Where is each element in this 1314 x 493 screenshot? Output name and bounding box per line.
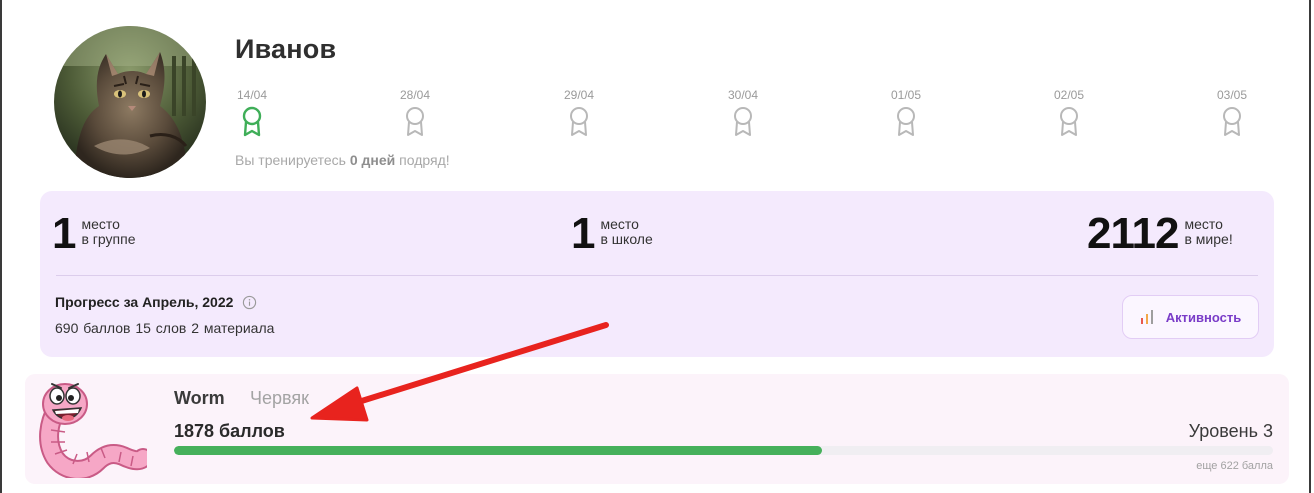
progress-stats: 690 баллов 15 слов 2 материала	[55, 320, 275, 336]
award-ribbon-icon	[406, 107, 424, 136]
level-points: 1878 баллов	[174, 421, 285, 441]
streak-message-prefix: Вы тренируетесь	[235, 152, 350, 168]
level-number: Уровень 3	[1188, 421, 1273, 441]
award-ribbon-icon	[734, 107, 752, 136]
rank-label-line1: место	[81, 216, 120, 232]
level-name-ru: Червяк	[250, 388, 310, 408]
level-card: Worm Червяк 1878 баллов Уровень 3 еще 62…	[25, 374, 1289, 484]
rank-group: 1 место в группе	[52, 211, 136, 257]
award-ribbon-icon	[242, 106, 262, 137]
streak-date: 28/04	[399, 88, 431, 102]
streak-day: 29/04	[549, 88, 609, 138]
activity-button-label: Активность	[1165, 309, 1242, 325]
streak-message: Вы тренируетесь 0 дней подряд!	[235, 152, 450, 168]
user-name: Иванов	[235, 34, 337, 64]
streak-day: 30/04	[713, 88, 773, 138]
window-frame-left	[0, 0, 2, 493]
level-progress-bar	[174, 446, 1273, 455]
rank-label: место в группе	[81, 217, 135, 247]
streak-day-count: 0 дней	[349, 152, 396, 168]
streak-date: 02/05	[1053, 88, 1085, 102]
activity-button[interactable]: Активность	[1122, 295, 1259, 339]
rank-world: 2112 место в мире!	[1087, 211, 1233, 257]
rank-label: место в мире!	[1184, 217, 1232, 247]
streak-message-suffix: подряд!	[395, 152, 450, 168]
award-ribbon-icon	[570, 107, 588, 136]
rank-label-line2: в мире!	[1184, 231, 1233, 247]
level-progress-fill	[174, 446, 823, 455]
rank-label: место в школе	[600, 217, 652, 247]
streak-date: 30/04	[727, 88, 759, 102]
rank-school: 1 место в школе	[571, 211, 653, 257]
cat-photo-image	[54, 26, 206, 178]
rank-label-line2: в школе	[600, 231, 653, 247]
rank-number: 1	[571, 209, 596, 258]
avatar[interactable]	[54, 26, 206, 178]
streak-date: 03/05	[1216, 88, 1248, 102]
rank-label-line1: место	[600, 216, 639, 232]
progress-title-text: Прогресс за Апрель, 2022	[55, 294, 234, 310]
award-ribbon-icon	[897, 107, 915, 136]
stats-card: 1 место в группе 1 место в школе 2112 ме…	[40, 191, 1274, 357]
streak-day: 03/05	[1202, 88, 1262, 138]
streak-day: 14/04	[222, 88, 282, 138]
bar-chart-icon	[1140, 310, 1153, 324]
award-ribbon-icon	[1223, 107, 1241, 136]
level-name-en: Worm	[174, 388, 225, 408]
window-frame-right	[1309, 0, 1311, 493]
info-circle-icon[interactable]	[242, 295, 257, 310]
rank-label-line2: в группе	[81, 231, 136, 247]
rank-number: 1	[52, 209, 77, 258]
worm-mascot-image	[39, 383, 147, 478]
rank-number: 2112	[1087, 209, 1179, 258]
level-remaining: еще 622 балла	[1196, 460, 1273, 472]
progress-title: Прогресс за Апрель, 2022	[55, 294, 257, 310]
streak-day: 28/04	[385, 88, 445, 138]
streak-date: 14/04	[236, 88, 268, 102]
stats-divider	[56, 275, 1258, 276]
award-ribbon-icon	[1060, 107, 1078, 136]
streak-day: 02/05	[1039, 88, 1099, 138]
streak-date: 01/05	[890, 88, 922, 102]
rank-label-line1: место	[1184, 216, 1223, 232]
streak-day: 01/05	[876, 88, 936, 138]
streak-date: 29/04	[563, 88, 595, 102]
